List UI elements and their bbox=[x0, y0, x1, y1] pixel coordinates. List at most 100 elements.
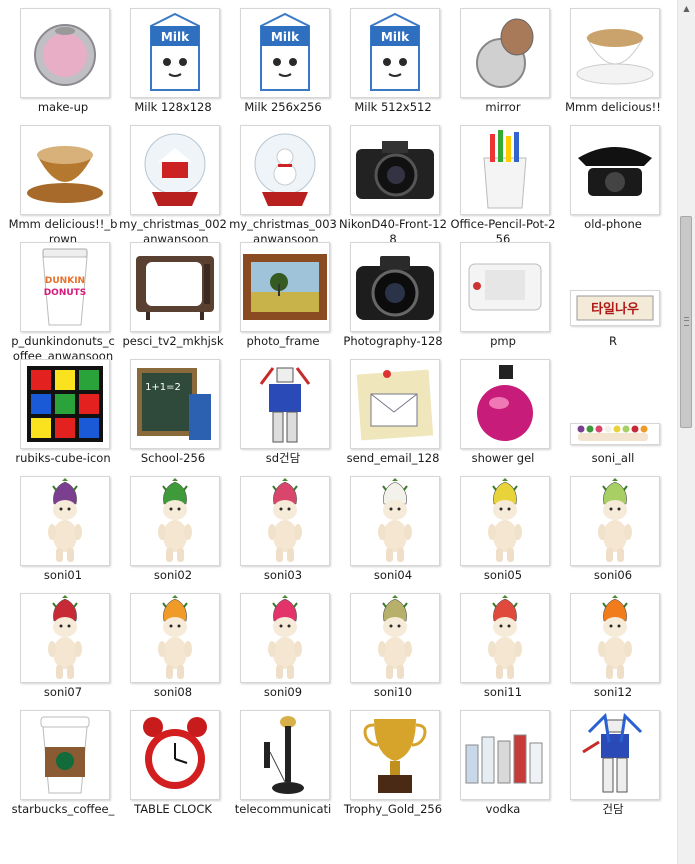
file-name: soni05 bbox=[483, 568, 523, 582]
file-item[interactable]: soni07 bbox=[8, 585, 118, 702]
file-item[interactable]: Trophy_Gold_256 bbox=[338, 702, 448, 819]
file-name: pesci_tv2_mkhjsk bbox=[122, 334, 224, 348]
file-item[interactable]: Photography-128 bbox=[338, 234, 448, 351]
file-item[interactable]: soni_all bbox=[558, 351, 668, 468]
file-name: Milk 128x128 bbox=[134, 100, 212, 114]
file-item[interactable]: soni10 bbox=[338, 585, 448, 702]
file-name: soni02 bbox=[153, 568, 193, 582]
file-name: Trophy_Gold_256 bbox=[343, 802, 443, 816]
doll-icon bbox=[460, 476, 550, 566]
file-item[interactable]: pmp bbox=[448, 234, 558, 351]
file-item[interactable]: 건담 bbox=[558, 702, 668, 819]
file-item[interactable]: make-up bbox=[8, 0, 118, 117]
file-name: pmp bbox=[490, 334, 516, 348]
sign-icon: 타일나우 bbox=[570, 290, 660, 326]
file-item[interactable]: soni08 bbox=[118, 585, 228, 702]
doll-icon bbox=[240, 593, 330, 683]
file-item[interactable]: sd건담 bbox=[228, 351, 338, 468]
dunkin-cup-icon: DUNKIN DONUTS bbox=[20, 242, 110, 332]
bottles-icon bbox=[460, 710, 550, 800]
file-item[interactable]: soni03 bbox=[228, 468, 338, 585]
rubiks-cube-icon bbox=[20, 359, 110, 449]
alarm-clock-icon bbox=[130, 710, 220, 800]
file-item[interactable]: old-phone bbox=[558, 117, 668, 234]
doll-icon bbox=[240, 476, 330, 566]
file-name: soni11 bbox=[483, 685, 523, 699]
file-name: R bbox=[609, 334, 617, 348]
file-item[interactable]: soni04 bbox=[338, 468, 448, 585]
chalkboard-icon: 1+1=2 bbox=[130, 359, 220, 449]
file-name: sd건담 bbox=[265, 451, 301, 465]
doll-icon bbox=[130, 593, 220, 683]
file-item[interactable]: soni06 bbox=[558, 468, 668, 585]
file-item[interactable]: soni11 bbox=[448, 585, 558, 702]
file-item[interactable]: Mmm delicious!! bbox=[558, 0, 668, 117]
file-name: soni03 bbox=[263, 568, 303, 582]
svg-text:타일나우: 타일나우 bbox=[591, 301, 639, 317]
milk-carton-icon: Milk bbox=[350, 8, 440, 98]
doll-row-icon bbox=[570, 423, 660, 445]
file-name: soni08 bbox=[153, 685, 193, 699]
file-name: 건담 bbox=[602, 802, 624, 816]
file-item[interactable]: soni02 bbox=[118, 468, 228, 585]
file-item[interactable]: rubiks-cube-icon bbox=[8, 351, 118, 468]
coffee-cup-brown-icon bbox=[20, 125, 110, 215]
doll-icon bbox=[460, 593, 550, 683]
doll-icon bbox=[130, 476, 220, 566]
photo-frame-icon bbox=[240, 242, 330, 332]
shower-gel-icon bbox=[460, 359, 550, 449]
file-item[interactable]: soni12 bbox=[558, 585, 668, 702]
file-name: Milk 512x512 bbox=[354, 100, 432, 114]
svg-text:DUNKIN: DUNKIN bbox=[45, 276, 85, 286]
coffee-cup-icon bbox=[570, 8, 660, 98]
file-name: soni07 bbox=[43, 685, 83, 699]
file-item[interactable]: pesci_tv2_mkhjsk bbox=[118, 234, 228, 351]
file-item[interactable]: soni09 bbox=[228, 585, 338, 702]
file-item[interactable]: 1+1=2 School-256 bbox=[118, 351, 228, 468]
file-item[interactable]: Milk Milk 256x256 bbox=[228, 0, 338, 117]
file-name: Milk 256x256 bbox=[244, 100, 322, 114]
file-item[interactable]: Milk Milk 512x512 bbox=[338, 0, 448, 117]
file-item[interactable]: telecommunicati bbox=[228, 702, 338, 819]
file-name: soni01 bbox=[43, 568, 83, 582]
file-item[interactable]: NikonD40-Front-128 bbox=[338, 117, 448, 246]
file-name: School-256 bbox=[140, 451, 206, 465]
file-item[interactable]: send_email_128 bbox=[338, 351, 448, 468]
file-name: photo_frame bbox=[246, 334, 320, 348]
old-phone-icon bbox=[570, 125, 660, 215]
file-name: soni09 bbox=[263, 685, 303, 699]
svg-text:Milk: Milk bbox=[161, 30, 190, 44]
file-item[interactable]: starbucks_coffee_ bbox=[8, 702, 118, 819]
envelope-note-icon bbox=[350, 359, 440, 449]
file-item[interactable]: TABLE CLOCK bbox=[118, 702, 228, 819]
doll-icon bbox=[20, 593, 110, 683]
candlestick-phone-icon bbox=[240, 710, 330, 800]
file-item[interactable]: vodka bbox=[448, 702, 558, 819]
file-name: make-up bbox=[37, 100, 89, 114]
file-item[interactable]: soni01 bbox=[8, 468, 118, 585]
robot-icon bbox=[240, 359, 330, 449]
snow-globe-house-icon bbox=[130, 125, 220, 215]
file-name: soni04 bbox=[373, 568, 413, 582]
file-item[interactable]: Mmm delicious!!_brown bbox=[8, 117, 118, 246]
milk-carton-icon: Milk bbox=[240, 8, 330, 98]
vertical-scrollbar[interactable]: ▲ bbox=[677, 0, 695, 864]
starbucks-cup-icon bbox=[20, 710, 110, 800]
doll-icon bbox=[350, 476, 440, 566]
file-item[interactable]: shower gel bbox=[448, 351, 558, 468]
file-item[interactable]: my_christmas_002_anwansoon bbox=[118, 117, 228, 246]
scrollbar-thumb[interactable] bbox=[680, 216, 692, 428]
file-item[interactable]: Milk Milk 128x128 bbox=[118, 0, 228, 117]
gundam-icon bbox=[570, 710, 660, 800]
grip-icon bbox=[684, 317, 689, 326]
file-item[interactable]: soni05 bbox=[448, 468, 558, 585]
file-item[interactable]: photo_frame bbox=[228, 234, 338, 351]
file-item[interactable]: my_christmas_003_anwansoon bbox=[228, 117, 338, 246]
file-item[interactable]: 타일나우 R bbox=[558, 234, 668, 351]
file-item[interactable]: DUNKIN DONUTS p_dunkindonuts_coffee_anwans… bbox=[8, 234, 118, 363]
file-name: shower gel bbox=[471, 451, 535, 465]
file-item[interactable]: Office-Pencil-Pot-256 bbox=[448, 117, 558, 246]
file-name: soni10 bbox=[373, 685, 413, 699]
scroll-up-arrow-icon[interactable]: ▲ bbox=[678, 0, 695, 17]
file-item[interactable]: mirror bbox=[448, 0, 558, 117]
